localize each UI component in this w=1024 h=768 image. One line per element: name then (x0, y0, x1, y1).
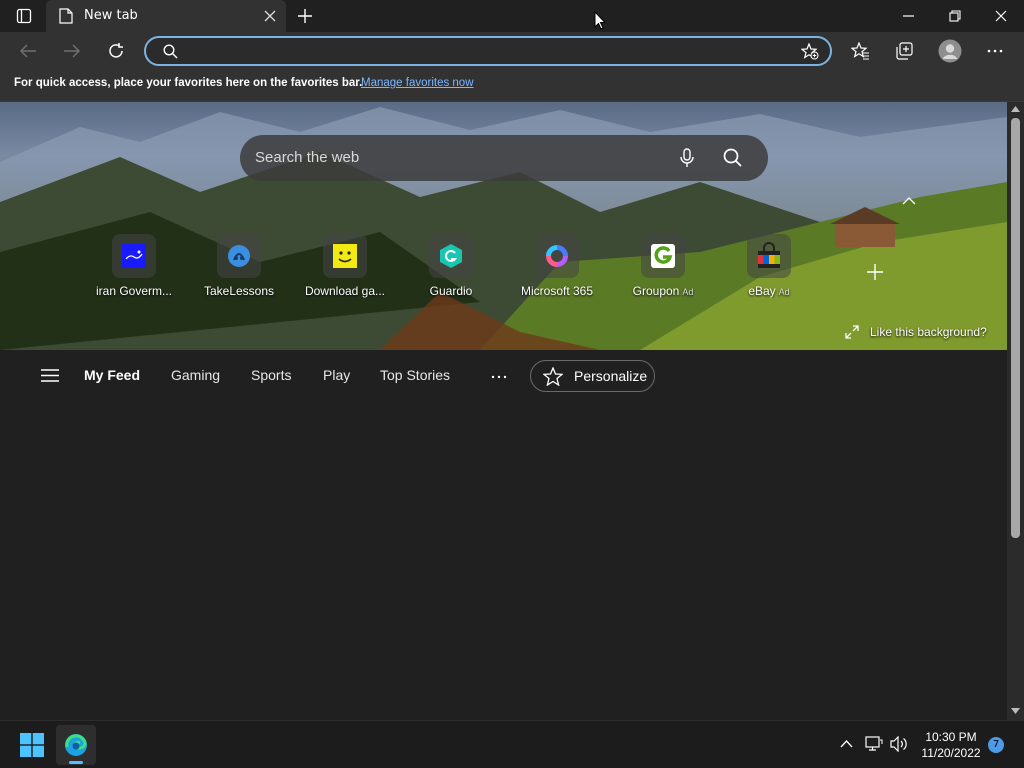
tile-label: Download ga... (304, 284, 386, 298)
smiley-face-icon (331, 242, 359, 270)
microsoft-365-icon (543, 242, 571, 270)
tab-title: New tab (84, 8, 138, 23)
address-input[interactable] (186, 42, 786, 60)
back-icon[interactable] (19, 43, 37, 59)
tile-label: Groupon (632, 284, 680, 298)
title-bar: New tab (0, 0, 1024, 32)
favorites-icon[interactable] (851, 42, 870, 60)
quick-link-tile[interactable]: TakeLessons (194, 234, 284, 304)
clock-date: 11/20/2022 (921, 746, 981, 760)
tile-icon-box (217, 234, 261, 278)
tile-icon-box (535, 234, 579, 278)
personalize-label: Personalize (574, 368, 648, 384)
add-favorite-icon[interactable] (801, 43, 819, 60)
volume-icon[interactable] (890, 736, 908, 752)
tab-top-stories[interactable]: Top Stories (380, 367, 450, 383)
refresh-icon[interactable] (107, 42, 125, 60)
close-tab-icon[interactable] (264, 10, 276, 22)
iran-government-icon (120, 242, 148, 270)
profile-avatar-icon[interactable] (938, 39, 962, 63)
address-bar[interactable] (144, 36, 832, 66)
takelessons-icon (225, 242, 253, 270)
mouse-cursor-icon (594, 11, 606, 31)
browser-toolbar (0, 32, 1024, 70)
favorites-bar-message: For quick access, place your favorites h… (14, 77, 363, 89)
minimize-icon[interactable] (903, 15, 915, 17)
search-submit-icon[interactable] (723, 148, 742, 167)
more-tabs-icon[interactable] (491, 375, 507, 379)
tile-label: Guardio (429, 284, 473, 298)
tab-play[interactable]: Play (323, 367, 350, 383)
close-window-icon[interactable] (995, 10, 1007, 22)
microphone-icon[interactable] (680, 148, 694, 168)
background-image: Search the web iran Goverm... TakeLesson… (0, 102, 1007, 350)
tab-new-tab[interactable]: New tab (46, 0, 286, 32)
page-icon (59, 8, 73, 24)
tile-label: iran Goverm... (95, 284, 173, 298)
collections-icon[interactable] (895, 42, 914, 60)
like-background-link[interactable]: Like this background? (870, 325, 987, 339)
scroll-up-arrow-icon[interactable] (1011, 106, 1020, 112)
windows-start-icon[interactable] (20, 733, 44, 757)
more-menu-icon[interactable] (987, 49, 1003, 53)
tile-label: TakeLessons (203, 284, 275, 298)
restore-icon[interactable] (949, 10, 961, 22)
expand-background-icon[interactable] (845, 325, 859, 339)
tile-icon-box (323, 234, 367, 278)
tile-icon-box (429, 234, 473, 278)
tab-actions-icon[interactable] (16, 8, 32, 24)
system-tray-chevron-icon[interactable] (840, 740, 853, 748)
search-placeholder: Search the web (255, 149, 360, 166)
tab-sports[interactable]: Sports (251, 367, 291, 383)
favorites-bar: For quick access, place your favorites h… (0, 70, 1024, 102)
tile-icon-box (112, 234, 156, 278)
feed-navigation: My Feed Gaming Sports Play Top Stories P… (0, 350, 1007, 402)
active-app-indicator (69, 761, 83, 764)
page-scrollbar[interactable] (1007, 102, 1024, 720)
tab-gaming[interactable]: Gaming (171, 367, 220, 383)
clock-time: 10:30 PM (925, 730, 977, 744)
ebay-bag-icon (755, 242, 783, 270)
quick-link-tile[interactable]: Download ga... (300, 234, 390, 304)
web-search-box[interactable]: Search the web (240, 135, 768, 181)
manage-favorites-link[interactable]: Manage favorites now (361, 77, 474, 89)
new-tab-icon[interactable] (297, 8, 313, 24)
network-icon[interactable] (865, 736, 883, 752)
quick-link-tile[interactable]: Microsoft 365 (512, 234, 602, 304)
ad-badge: Ad (778, 287, 790, 297)
tile-icon-box (641, 234, 685, 278)
tab-my-feed[interactable]: My Feed (84, 367, 140, 383)
search-icon (163, 44, 178, 59)
ad-badge: Ad (682, 287, 694, 297)
add-quick-link-icon[interactable] (866, 263, 884, 281)
hamburger-menu-icon[interactable] (41, 369, 59, 382)
guardio-shield-icon (437, 242, 465, 270)
scroll-down-arrow-icon[interactable] (1011, 708, 1020, 714)
notification-badge[interactable]: 7 (988, 737, 1004, 753)
tile-icon-box (747, 234, 791, 278)
quick-link-tile[interactable]: eBay Ad (724, 234, 814, 304)
tile-label: Microsoft 365 (520, 284, 594, 298)
quick-link-tile[interactable]: iran Goverm... (89, 234, 179, 304)
quick-link-tile[interactable]: Groupon Ad (618, 234, 708, 304)
forward-icon[interactable] (63, 43, 81, 59)
collapse-chevron-icon[interactable] (902, 197, 916, 205)
personalize-button[interactable]: Personalize (530, 360, 655, 392)
scrollbar-thumb[interactable] (1011, 118, 1020, 538)
personalize-star-icon (543, 367, 563, 386)
quick-link-tile[interactable]: Guardio (406, 234, 496, 304)
taskbar-edge-button[interactable] (56, 725, 96, 765)
groupon-icon (649, 242, 677, 270)
edge-browser-icon (64, 733, 88, 757)
taskbar: 10:30 PM 11/20/2022 7 (0, 720, 1024, 768)
system-clock[interactable]: 10:30 PM 11/20/2022 (916, 729, 986, 761)
tile-label: eBay (748, 284, 776, 298)
